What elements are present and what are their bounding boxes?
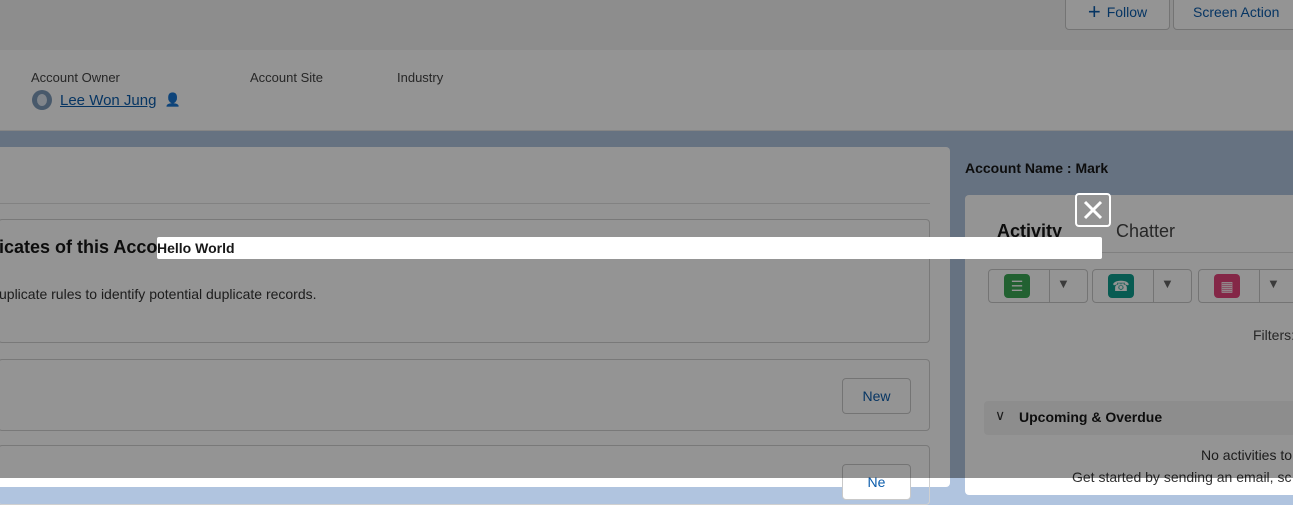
modal-close-button[interactable] — [1075, 193, 1111, 227]
modal-dialog: Hello World — [157, 237, 1102, 259]
close-icon — [1083, 200, 1103, 220]
modal-text: Hello World — [157, 240, 235, 256]
